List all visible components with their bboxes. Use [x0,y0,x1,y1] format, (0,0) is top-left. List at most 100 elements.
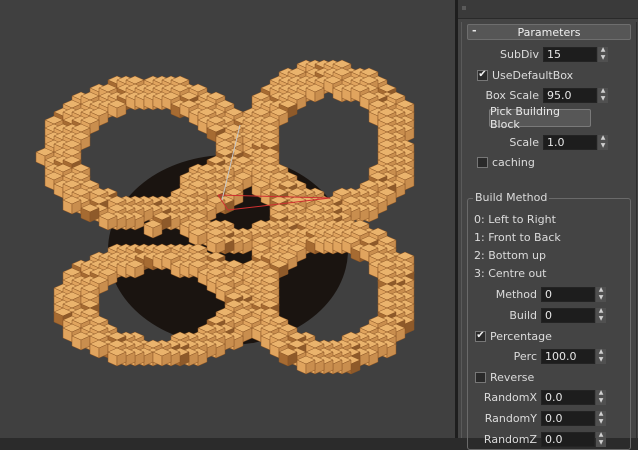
build-method-group: Build Method 0: Left to Right 1: Front t… [467,191,631,450]
panel-grip [462,6,466,10]
reverse-row[interactable]: Reverse [475,368,534,386]
down-arrow-icon[interactable]: ▼ [598,142,608,150]
random-x-label: RandomX [483,390,537,404]
caching-label: caching [492,155,535,169]
down-arrow-icon[interactable]: ▼ [596,418,606,426]
up-arrow-icon[interactable]: ▲ [596,308,606,316]
random-z-label: RandomZ [483,432,537,446]
box-scale-field[interactable]: 95.0 [543,87,597,103]
parameters-rollout-header[interactable]: - Parameters [467,24,631,40]
voxel-cube [98,211,118,231]
checkmark-icon: ✔ [476,330,485,341]
random-x-field[interactable]: 0.0 [541,389,595,405]
subdiv-field[interactable]: 15 [543,46,597,62]
up-arrow-icon[interactable]: ▲ [596,390,606,398]
subdiv-label: SubDiv [500,47,539,61]
parameters-rollout: - Parameters SubDiv 15 ▲ ▼ ✔ UseDefaultB… [461,22,637,450]
checkmark-icon: ✔ [478,69,487,80]
down-arrow-icon[interactable]: ▼ [596,315,606,323]
viewport[interactable] [0,0,455,438]
up-arrow-icon[interactable]: ▲ [598,47,608,55]
percentage-row[interactable]: ✔ Percentage [475,327,552,345]
build-field[interactable]: 0 [541,307,595,323]
voxel-cube [62,195,82,215]
use-default-box-row[interactable]: ✔ UseDefaultBox [477,66,573,84]
up-arrow-icon[interactable]: ▲ [596,349,606,357]
up-arrow-icon[interactable]: ▲ [596,287,606,295]
random-y-label: RandomY [484,411,537,425]
voxel-cube [143,219,163,239]
pick-building-block-button[interactable]: Pick Building Block [489,105,591,131]
voxel-cube [107,347,127,367]
perc-spinner-buttons[interactable]: ▲ ▼ [596,348,606,364]
random-x-row: RandomX 0.0 ▲ ▼ [470,388,606,406]
voxel-cube [89,339,109,359]
down-arrow-icon[interactable]: ▼ [596,439,606,447]
build-method-title: Build Method [473,191,550,204]
random-x-spinner-buttons[interactable]: ▲ ▼ [596,389,606,405]
perc-field[interactable]: 100.0 [541,348,595,364]
down-arrow-icon[interactable]: ▼ [598,95,608,103]
method-row: Method 0 ▲ ▼ [470,285,606,303]
up-arrow-icon[interactable]: ▲ [598,88,608,96]
voxel-cube [107,99,127,119]
random-z-spinner[interactable]: 0.0 ▲ ▼ [541,431,606,447]
voxel-cube [188,227,208,247]
command-panel: - Parameters SubDiv 15 ▲ ▼ ✔ UseDefaultB… [458,0,638,450]
box-scale-spinner[interactable]: 95.0 ▲ ▼ [543,87,608,103]
voxel-cube [296,355,316,375]
perc-label: Perc [513,349,537,363]
voxel-cube [305,83,325,103]
subdiv-spinner-buttons[interactable]: ▲ ▼ [598,46,608,62]
caching-checkbox[interactable] [477,156,488,168]
up-arrow-icon[interactable]: ▲ [598,135,608,143]
scale-field[interactable]: 1.0 [543,134,597,150]
box-scale-label: Box Scale [485,88,539,102]
box-scale-row: Box Scale 95.0 ▲ ▼ [472,86,632,104]
scale-spinner-buttons[interactable]: ▲ ▼ [598,134,608,150]
subdiv-row: SubDiv 15 ▲ ▼ [472,45,632,63]
random-z-row: RandomZ 0.0 ▲ ▼ [470,430,606,448]
scale-spinner[interactable]: 1.0 ▲ ▼ [543,134,608,150]
reverse-label: Reverse [490,370,535,384]
build-option-1: 1: Front to Back [474,231,561,244]
voxel-cube [206,235,226,255]
build-row: Build 0 ▲ ▼ [470,306,606,324]
use-default-box-checkbox[interactable]: ✔ [477,69,488,81]
build-spinner[interactable]: 0 ▲ ▼ [541,307,606,323]
collapse-icon[interactable]: - [472,24,477,37]
use-default-box-label: UseDefaultBox [492,68,574,82]
random-z-field[interactable]: 0.0 [541,431,595,447]
percentage-checkbox[interactable]: ✔ [475,330,486,342]
random-x-spinner[interactable]: 0.0 ▲ ▼ [541,389,606,405]
build-option-0: 0: Left to Right [474,213,556,226]
down-arrow-icon[interactable]: ▼ [598,54,608,62]
voxel-model[interactable] [0,0,455,438]
scale-row: Scale 1.0 ▲ ▼ [472,133,632,151]
random-y-spinner[interactable]: 0.0 ▲ ▼ [541,410,606,426]
down-arrow-icon[interactable]: ▼ [596,294,606,302]
random-y-spinner-buttons[interactable]: ▲ ▼ [596,410,606,426]
reverse-checkbox[interactable] [475,371,486,383]
down-arrow-icon[interactable]: ▼ [596,356,606,364]
random-y-field[interactable]: 0.0 [541,410,595,426]
up-arrow-icon[interactable]: ▲ [596,411,606,419]
voxel-cube [80,203,100,223]
voxel-cube [125,259,145,279]
random-z-spinner-buttons[interactable]: ▲ ▼ [596,431,606,447]
rollout-title: Parameters [517,25,581,39]
down-arrow-icon[interactable]: ▼ [596,397,606,405]
random-y-row: RandomY 0.0 ▲ ▼ [470,409,606,427]
perc-spinner[interactable]: 100.0 ▲ ▼ [541,348,606,364]
voxel-cube [71,331,91,351]
scale-label: Scale [509,135,539,149]
method-spinner[interactable]: 0 ▲ ▼ [541,286,606,302]
box-scale-spinner-buttons[interactable]: ▲ ▼ [598,87,608,103]
build-spinner-buttons[interactable]: ▲ ▼ [596,307,606,323]
caching-row[interactable]: caching [477,153,535,171]
subdiv-spinner[interactable]: 15 ▲ ▼ [543,46,608,62]
method-field[interactable]: 0 [541,286,595,302]
build-option-3: 3: Centre out [474,267,547,280]
build-label: Build [509,308,537,322]
method-spinner-buttons[interactable]: ▲ ▼ [596,286,606,302]
